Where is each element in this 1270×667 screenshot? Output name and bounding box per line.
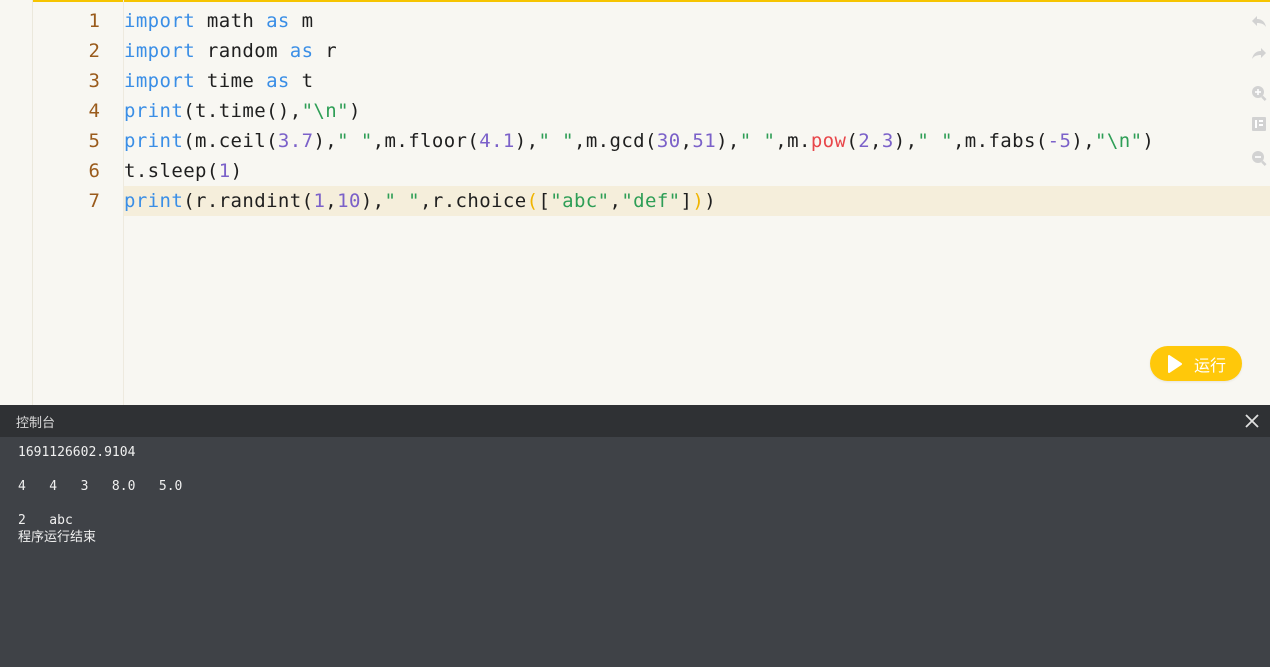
code-token: t.sleep( [124, 160, 219, 182]
code-token: " " [739, 130, 776, 152]
gutter-divider [32, 0, 33, 405]
code-token: ( [526, 190, 539, 212]
code-token: "def" [621, 190, 681, 212]
code-token: t [289, 70, 314, 92]
code-token: import [124, 40, 196, 62]
code-token: ), [1071, 130, 1096, 152]
code-token: ) [704, 190, 717, 212]
code-token: [ [538, 190, 551, 212]
zoom-in-icon[interactable] [1248, 82, 1270, 104]
code-token: (m.ceil( [183, 130, 278, 152]
code-token: (t.time(), [183, 100, 302, 122]
code-token: 30 [656, 130, 681, 152]
code-token: as [266, 70, 290, 92]
code-token: import [124, 10, 196, 32]
code-token: 51 [692, 130, 717, 152]
code-token: ( [846, 130, 859, 152]
format-icon[interactable] [1248, 113, 1270, 135]
redo-icon[interactable] [1248, 42, 1270, 64]
code-token: " " [538, 130, 574, 152]
code-token: -5 [1047, 130, 1072, 152]
play-icon [1168, 354, 1182, 373]
code-token: , [609, 190, 622, 212]
code-text[interactable]: print(m.ceil(3.7)," ",m.floor(4.1)," ",m… [124, 126, 1154, 156]
code-token: ) [348, 100, 361, 122]
code-text[interactable]: print(r.randint(1,10)," ",r.choice(["abc… [124, 186, 716, 216]
code-token: ), [313, 130, 338, 152]
code-token: print [124, 130, 184, 152]
code-token: random [195, 40, 290, 62]
code-token: " " [337, 130, 373, 152]
code-token: ) [230, 160, 243, 182]
code-token: time [195, 70, 267, 92]
console-panel: 控制台 1691126602.9104 4 4 3 8.0 5.0 2 abc … [0, 405, 1270, 667]
code-token: 1 [218, 160, 231, 182]
code-token: " " [917, 130, 953, 152]
code-token: math [195, 10, 267, 32]
console-header: 控制台 [0, 405, 1270, 437]
line-number: 6 [88, 160, 100, 182]
code-token: 3 [881, 130, 894, 152]
line-number: 3 [88, 70, 100, 92]
line-number: 4 [88, 100, 100, 122]
console-output: 1691126602.9104 4 4 3 8.0 5.0 2 abc 程序运行… [18, 445, 183, 545]
code-token: ,m. [775, 130, 811, 152]
code-token: as [289, 40, 314, 62]
code-text[interactable]: import random as r [124, 36, 337, 66]
code-token: 3.7 [277, 130, 314, 152]
code-token: ] [680, 190, 693, 212]
code-token: ), [514, 130, 539, 152]
code-token: (r.randint( [183, 190, 314, 212]
run-button[interactable]: 运行 [1150, 346, 1242, 381]
code-token: 2 [858, 130, 871, 152]
code-token: 1 [313, 190, 326, 212]
code-token: , [870, 130, 882, 152]
code-token: 4.1 [479, 130, 515, 152]
code-token: import [124, 70, 196, 92]
code-token: ,m.floor( [372, 130, 480, 152]
code-token: ) [1142, 130, 1155, 152]
code-token: ), [893, 130, 918, 152]
code-text[interactable]: print(t.time(),"\n") [124, 96, 361, 126]
code-token: " " [384, 190, 421, 212]
code-token: ,r.choice [420, 190, 527, 212]
code-text[interactable]: t.sleep(1) [124, 156, 242, 186]
line-number: 1 [88, 10, 100, 32]
code-token: ,m.fabs( [952, 130, 1048, 152]
code-token: 10 [337, 190, 361, 212]
code-token: print [124, 100, 184, 122]
code-token: r [313, 40, 338, 62]
console-title: 控制台 [16, 416, 56, 431]
code-token: "\n" [1095, 130, 1143, 152]
code-token: , [325, 190, 338, 212]
code-token: ), [716, 130, 740, 152]
code-editor[interactable]: 1 import math as m 2 import random as r 3 imp… [0, 0, 1270, 405]
zoom-out-icon[interactable] [1248, 147, 1270, 169]
code-token: m [289, 10, 314, 32]
code-token: "abc" [550, 190, 610, 212]
line-number: 7 [88, 190, 100, 212]
code-text[interactable]: import math as m [124, 6, 313, 36]
code-token: ), [360, 190, 385, 212]
code-token: ,m.gcd( [573, 130, 657, 152]
code-token: print [124, 190, 184, 212]
code-text[interactable]: import time as t [124, 66, 313, 96]
line-number: 5 [88, 130, 100, 152]
code-token: pow [810, 130, 847, 152]
run-button-label: 运行 [1194, 355, 1227, 375]
code-token: "\n" [301, 100, 349, 122]
line-number: 2 [88, 40, 100, 62]
undo-icon[interactable] [1248, 10, 1270, 32]
code-token: as [266, 10, 290, 32]
editor-top-accent [32, 0, 1270, 2]
code-token: ) [692, 190, 705, 212]
code-token: , [680, 130, 693, 152]
close-icon[interactable] [1242, 411, 1262, 431]
